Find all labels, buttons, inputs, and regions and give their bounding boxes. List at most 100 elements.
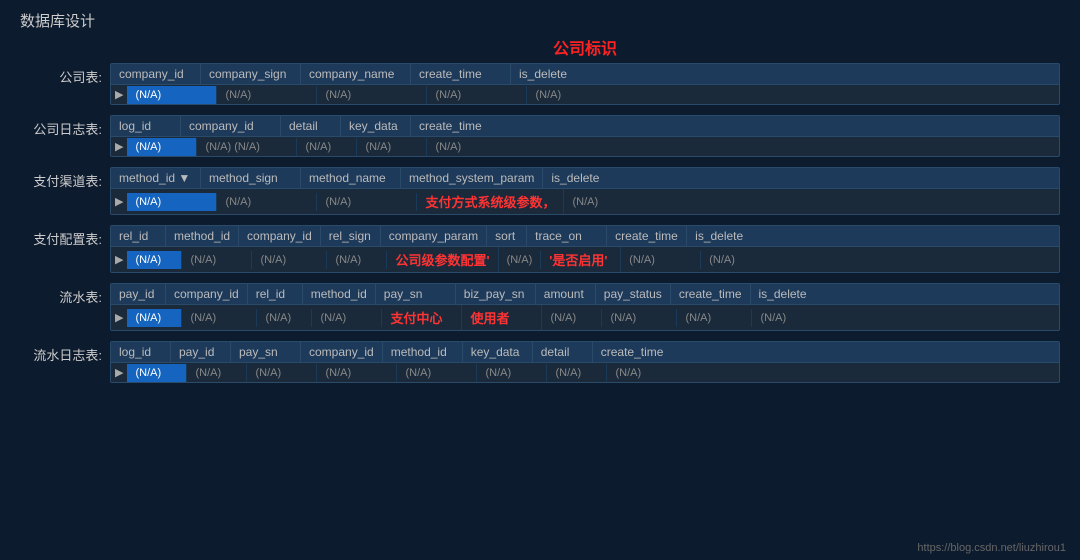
table-cell: (N/A) xyxy=(127,364,187,382)
table-label: 公司日志表: xyxy=(20,115,110,138)
column-header: company_id xyxy=(301,342,383,362)
footer-url: https://blog.csdn.net/liuzhirou1 xyxy=(917,542,1066,554)
column-header: method_name xyxy=(301,168,401,188)
table-cell: (N/A) xyxy=(127,138,197,156)
table-cell: 公司级参数配置' xyxy=(387,247,498,272)
column-header: biz_pay_sn xyxy=(456,284,536,304)
column-header: create_time xyxy=(607,226,687,246)
center-label: 公司标识 xyxy=(553,41,617,58)
table-cell: (N/A) xyxy=(127,86,217,104)
table-cell: (N/A) xyxy=(217,86,317,104)
db-table: rel_idmethod_idcompany_idrel_signcompany… xyxy=(110,225,1060,273)
column-header: company_id xyxy=(181,116,281,136)
column-header: is_delete xyxy=(511,64,591,84)
column-header: pay_status xyxy=(596,284,671,304)
table-cell: (N/A) xyxy=(127,193,217,211)
table-cell: (N/A) xyxy=(182,309,257,327)
table-cell: (N/A) xyxy=(677,309,752,327)
column-header: create_time xyxy=(411,64,511,84)
row-arrow-icon: ▶ xyxy=(111,250,127,269)
column-header: rel_id xyxy=(248,284,303,304)
column-header: is_delete xyxy=(543,168,623,188)
table-cell: (N/A) xyxy=(499,251,542,269)
column-header: company_id xyxy=(239,226,321,246)
table-cell: (N/A) xyxy=(187,364,247,382)
column-header: detail xyxy=(281,116,341,136)
table-cell: (N/A) xyxy=(527,86,607,104)
column-header: company_param xyxy=(381,226,487,246)
table-cell: (N/A) xyxy=(542,309,602,327)
table-row-group: 支付渠道表:method_id ▼method_signmethod_namem… xyxy=(20,167,1060,215)
table-cell: (N/A) (N/A) xyxy=(197,138,297,156)
table-cell: (N/A) xyxy=(427,86,527,104)
column-header: pay_sn xyxy=(231,342,301,362)
db-table: log_idcompany_iddetailkey_datacreate_tim… xyxy=(110,115,1060,157)
table-cell: (N/A) xyxy=(357,138,427,156)
table-cell: (N/A) xyxy=(317,193,417,211)
column-header: is_delete xyxy=(751,284,816,304)
column-header: pay_id xyxy=(171,342,231,362)
table-cell: (N/A) xyxy=(427,138,517,156)
table-cell: (N/A) xyxy=(602,309,677,327)
column-header: pay_id xyxy=(111,284,166,304)
table-row-group: 公司日志表:log_idcompany_iddetailkey_datacrea… xyxy=(20,115,1060,157)
table-cell: (N/A) xyxy=(217,193,317,211)
column-header: method_system_param xyxy=(401,168,543,188)
column-header: key_data xyxy=(341,116,411,136)
table-cell: (N/A) xyxy=(752,309,817,327)
db-table: pay_idcompany_idrel_idmethod_idpay_snbiz… xyxy=(110,283,1060,331)
column-header: company_id xyxy=(111,64,201,84)
column-header: create_time xyxy=(593,342,673,362)
table-row-group: 流水日志表:log_idpay_idpay_sncompany_idmethod… xyxy=(20,341,1060,383)
column-header: amount xyxy=(536,284,596,304)
column-header: method_sign xyxy=(201,168,301,188)
table-cell: (N/A) xyxy=(182,251,252,269)
column-header: company_id xyxy=(166,284,248,304)
column-header: create_time xyxy=(411,116,501,136)
row-arrow-icon: ▶ xyxy=(111,85,127,104)
column-header: key_data xyxy=(463,342,533,362)
table-label: 流水日志表: xyxy=(20,341,110,364)
column-header: is_delete xyxy=(687,226,752,246)
row-arrow-icon: ▶ xyxy=(111,192,127,211)
column-header: company_name xyxy=(301,64,411,84)
table-cell: (N/A) xyxy=(621,251,701,269)
table-row-group: 公司表:company_idcompany_signcompany_namecr… xyxy=(20,63,1060,105)
table-cell: (N/A) xyxy=(127,309,182,327)
column-header: create_time xyxy=(671,284,751,304)
column-header: detail xyxy=(533,342,593,362)
table-cell: (N/A) xyxy=(564,193,644,211)
table-cell: (N/A) xyxy=(477,364,547,382)
table-label: 支付渠道表: xyxy=(20,167,110,190)
table-cell: (N/A) xyxy=(547,364,607,382)
column-header: method_id xyxy=(166,226,239,246)
table-label: 公司表: xyxy=(20,63,110,86)
column-header: trace_on xyxy=(527,226,607,246)
table-cell: 支付中心 xyxy=(382,305,462,330)
column-header: log_id xyxy=(111,342,171,362)
column-header: method_id ▼ xyxy=(111,168,201,188)
row-arrow-icon: ▶ xyxy=(111,137,127,156)
column-header: method_id xyxy=(383,342,463,362)
page-title: 数据库设计 xyxy=(20,10,95,31)
table-cell: 使用者 xyxy=(462,305,542,330)
row-arrow-icon: ▶ xyxy=(111,308,127,327)
table-label: 流水表: xyxy=(20,283,110,306)
table-cell: (N/A) xyxy=(257,309,312,327)
table-cell: (N/A) xyxy=(317,86,427,104)
table-cell: (N/A) xyxy=(397,364,477,382)
row-arrow-icon: ▶ xyxy=(111,363,127,382)
table-cell: (N/A) xyxy=(317,364,397,382)
table-row-group: 支付配置表:rel_idmethod_idcompany_idrel_signc… xyxy=(20,225,1060,273)
column-header: rel_sign xyxy=(321,226,381,246)
table-cell: (N/A) xyxy=(312,309,382,327)
table-cell: (N/A) xyxy=(247,364,317,382)
db-table: log_idpay_idpay_sncompany_idmethod_idkey… xyxy=(110,341,1060,383)
column-header: sort xyxy=(487,226,527,246)
table-cell: 支付方式系统级参数， xyxy=(417,189,564,214)
table-cell: (N/A) xyxy=(252,251,327,269)
table-cell: (N/A) xyxy=(701,251,766,269)
column-header: company_sign xyxy=(201,64,301,84)
column-header: method_id xyxy=(303,284,376,304)
column-header: rel_id xyxy=(111,226,166,246)
